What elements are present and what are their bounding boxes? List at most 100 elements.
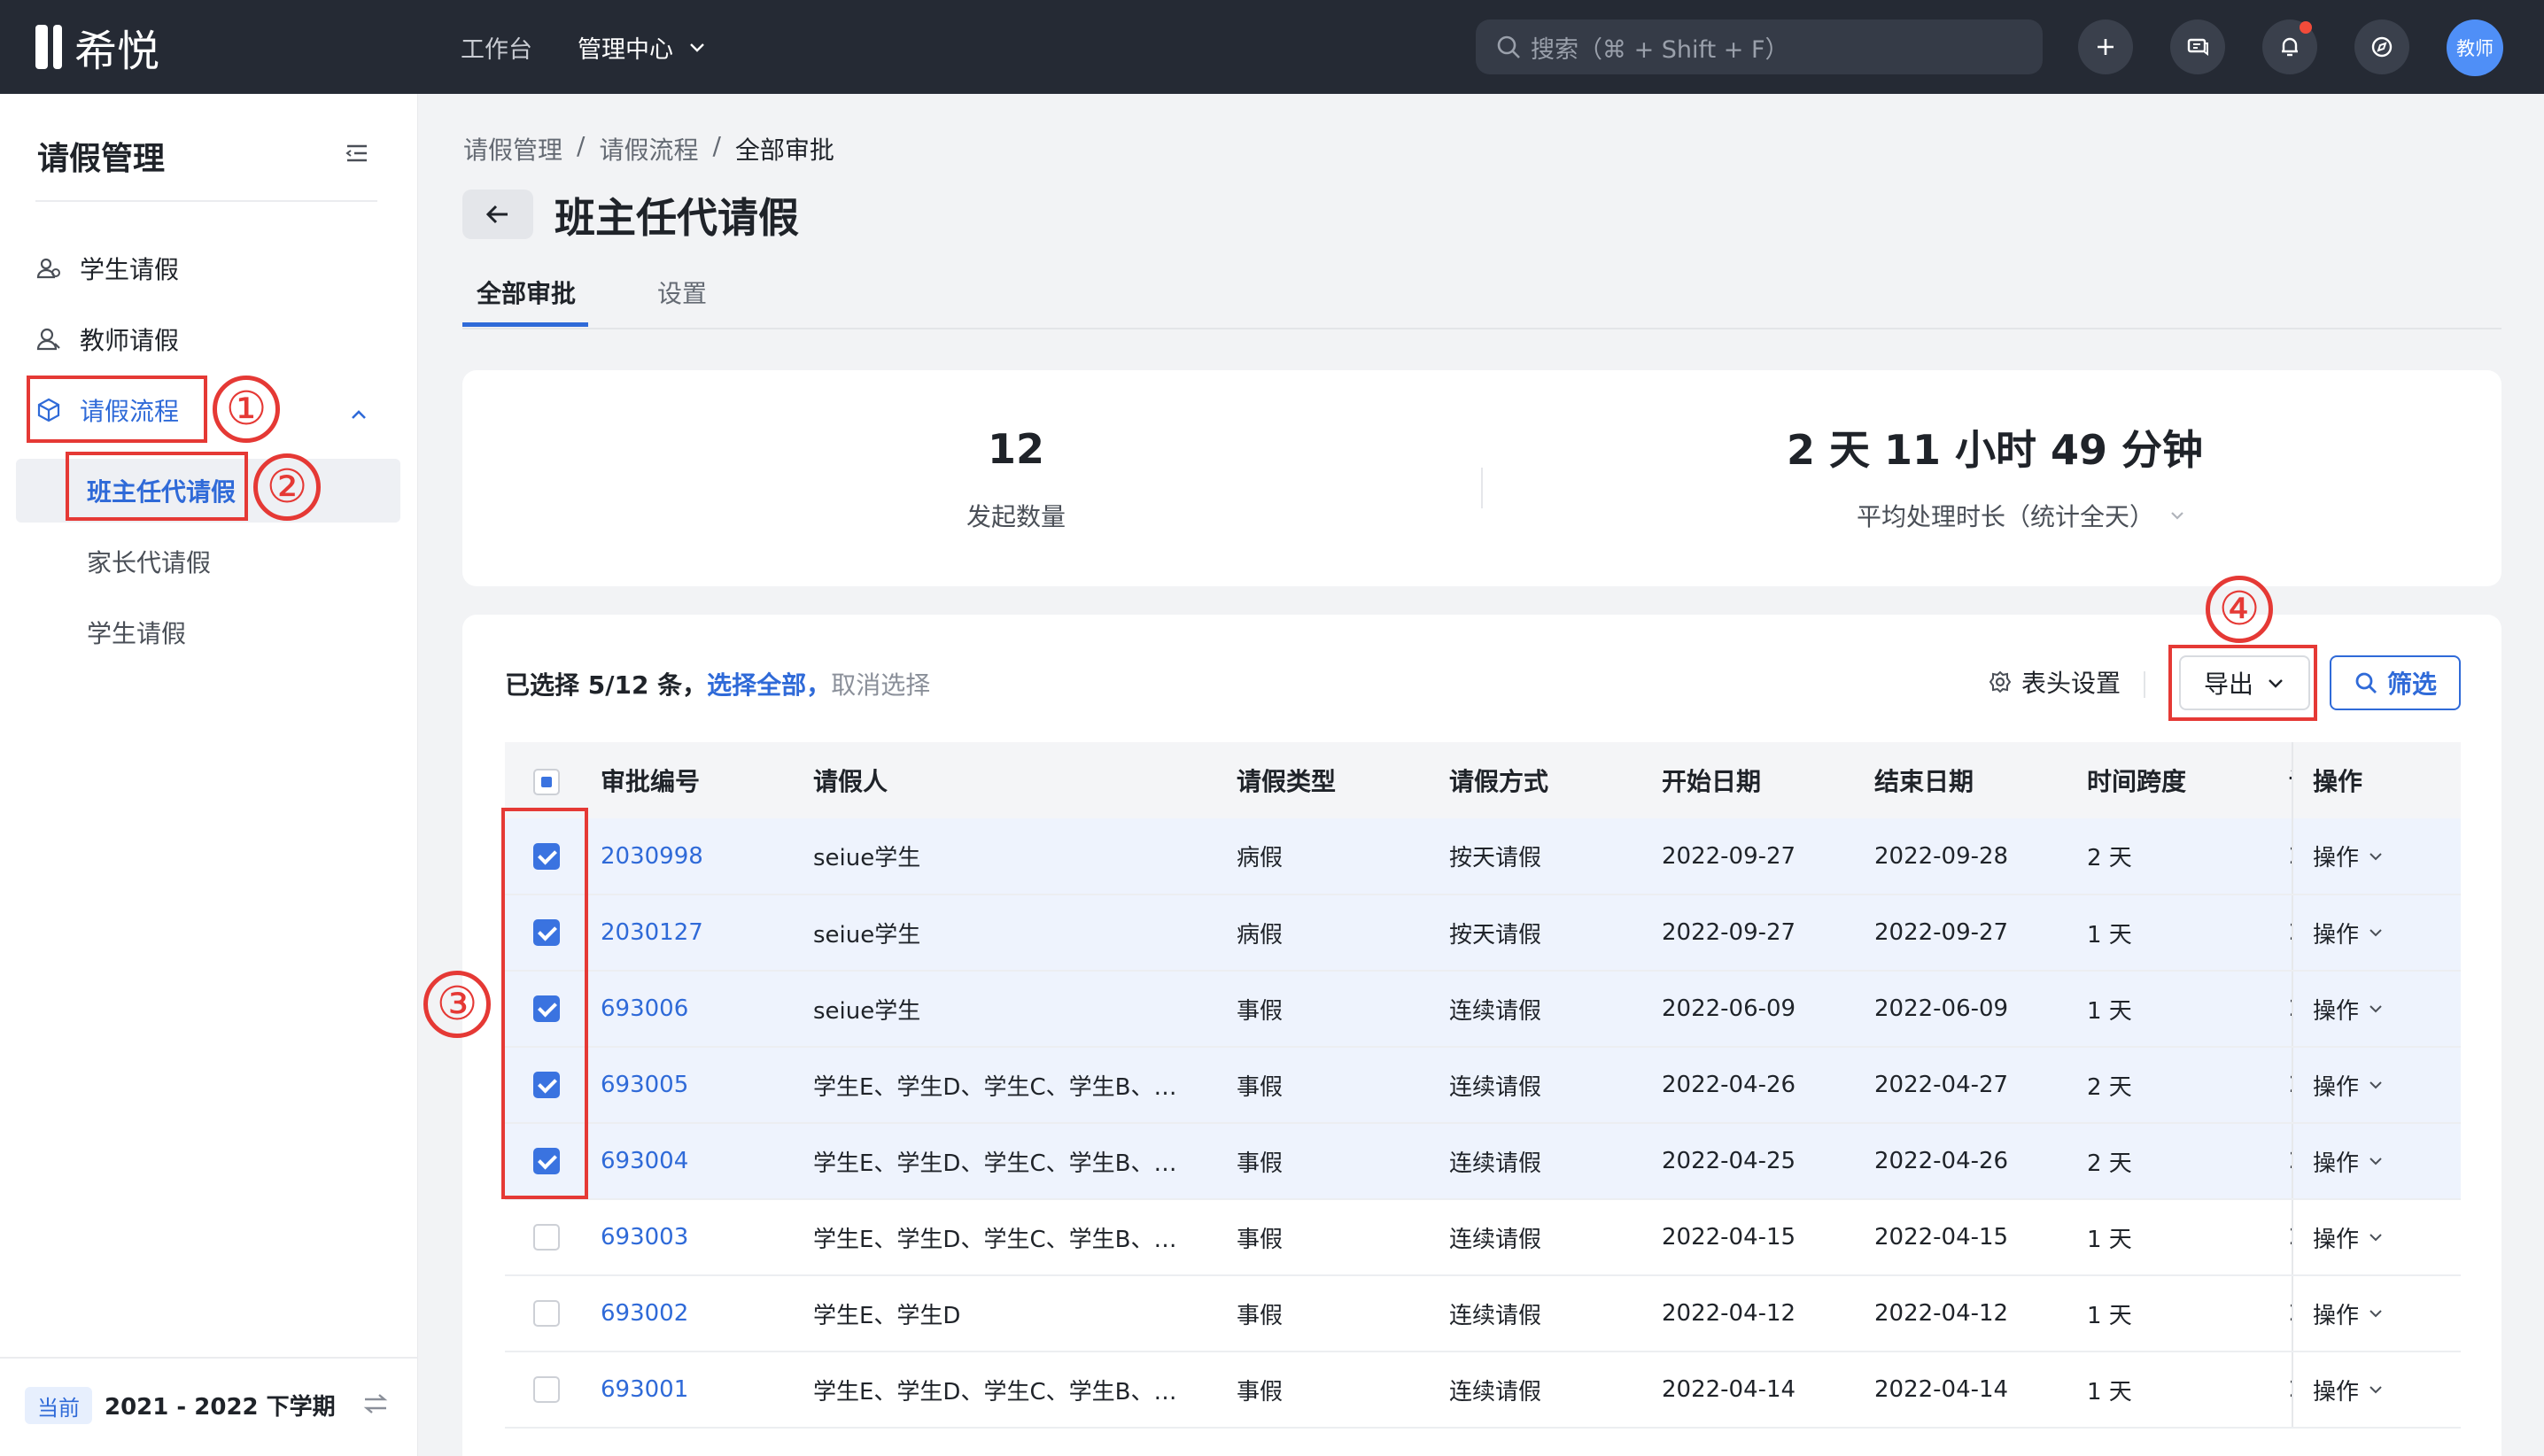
- sidebar-item-student-leave[interactable]: 学生请假: [35, 243, 179, 294]
- search-icon: [2355, 672, 2377, 693]
- search-icon: [1497, 35, 1520, 58]
- tab-all-approvals[interactable]: 全部审批: [477, 275, 576, 310]
- column-header-start-date[interactable]: 开始日期: [1649, 742, 1862, 818]
- row-actions-dropdown[interactable]: 操作: [2292, 1047, 2461, 1124]
- end-date-cell: 2022-09-28: [1862, 818, 2075, 895]
- row-actions[interactable]: 操作: [2313, 840, 2384, 872]
- approval-id-link[interactable]: 693005: [588, 1047, 801, 1124]
- row-actions-dropdown[interactable]: 操作: [2292, 1351, 2461, 1429]
- applicant-cell: seiue学生: [801, 971, 1224, 1048]
- table-row[interactable]: 693005 学生E、学生D、学生C、学生B、… 事假 连续请假 2022-04-26 2…: [505, 1047, 2461, 1124]
- row-actions[interactable]: 操作: [2313, 1374, 2384, 1406]
- approval-id-link[interactable]: 693006: [588, 971, 801, 1048]
- term-switch-button[interactable]: [361, 1390, 390, 1421]
- global-search-input[interactable]: 搜索（⌘ + Shift + F）: [1476, 19, 2043, 74]
- column-header-applicant[interactable]: 请假人: [801, 742, 1224, 818]
- approval-id-link[interactable]: 2030998: [588, 818, 801, 895]
- end-date-cell: 2022-06-09: [1862, 971, 2075, 1048]
- leave-mode-cell: 连续请假: [1437, 971, 1649, 1048]
- nav-workbench[interactable]: 工作台: [461, 0, 532, 94]
- cancel-selection-link[interactable]: 取消选择: [831, 666, 930, 701]
- select-all-checkbox[interactable]: [533, 768, 560, 795]
- select-all-link[interactable]: 选择全部，: [707, 666, 831, 701]
- duration-cell: 2 天: [2075, 1123, 2289, 1200]
- row-checkbox[interactable]: [533, 1300, 560, 1328]
- row-checkbox[interactable]: [533, 1224, 560, 1251]
- row-actions-label: 操作: [2313, 1073, 2360, 1101]
- row-checkbox-cell[interactable]: [505, 1275, 588, 1352]
- row-checkbox-cell[interactable]: [505, 1351, 588, 1429]
- row-actions[interactable]: 操作: [2313, 993, 2384, 1026]
- approval-id-link[interactable]: 2030127: [588, 895, 801, 972]
- add-button[interactable]: [2078, 19, 2133, 74]
- bell-icon: [2282, 37, 2298, 57]
- app-center-button[interactable]: [2354, 19, 2409, 74]
- table-row[interactable]: 693004 学生E、学生D、学生C、学生B、… 事假 连续请假 2022-04-25 2…: [505, 1123, 2461, 1200]
- leave-mode-cell: 连续请假: [1437, 1199, 1649, 1276]
- gear-icon: [1989, 670, 2012, 693]
- row-checkbox-cell[interactable]: [505, 1199, 588, 1276]
- header-settings-button[interactable]: 表头设置: [1988, 664, 2121, 700]
- column-header-duration[interactable]: 时间跨度: [2075, 742, 2289, 818]
- row-actions-dropdown[interactable]: 操作: [2292, 1123, 2461, 1200]
- leave-mode-cell: 按天请假: [1437, 895, 1649, 972]
- row-actions-dropdown[interactable]: 操作: [2292, 971, 2461, 1048]
- chevron-down-icon: [2369, 929, 2382, 937]
- sidebar-collapse-button[interactable]: [344, 142, 370, 168]
- row-checkbox[interactable]: [533, 1376, 560, 1404]
- row-actions-label: 操作: [2313, 1302, 2360, 1329]
- selection-count: 已选择 5/12 条，: [505, 670, 708, 700]
- chevron-down-icon: [2369, 852, 2382, 860]
- breadcrumb-item[interactable]: 请假管理: [463, 131, 562, 167]
- filter-button[interactable]: 筛选: [2330, 655, 2461, 710]
- table-row[interactable]: 693002 学生E、学生D 事假 连续请假 2022-04-12 2022-04-12 1…: [505, 1275, 2461, 1352]
- avg-processing-time-selector[interactable]: 平均处理时长（统计全天）: [1773, 498, 2269, 533]
- table-row[interactable]: 2030998 seiue学生 病假 按天请假 2022-09-27 2022-09-28…: [505, 818, 2461, 895]
- column-header-leave-type[interactable]: 请假类型: [1224, 742, 1437, 818]
- table-row[interactable]: 693003 学生E、学生D、学生C、学生B、… 事假 连续请假 2022-04-15 2…: [505, 1199, 2461, 1276]
- sidebar-item-teacher-leave[interactable]: 教师请假: [35, 314, 179, 365]
- annotation-box-4: [2168, 645, 2317, 721]
- tab-settings[interactable]: 设置: [657, 275, 707, 310]
- sidebar-group-toggle[interactable]: [349, 406, 368, 429]
- table-row[interactable]: 693006 seiue学生 事假 连续请假 2022-06-09 2022-06-09 1…: [505, 971, 2461, 1048]
- row-actions[interactable]: 操作: [2313, 917, 2384, 949]
- sidebar: 请假管理 学生请假 教师请假 请假流程 班主任代请假 家长代请假 学生请假 当前…: [0, 94, 418, 1456]
- column-header-end-date[interactable]: 结束日期: [1862, 742, 2075, 818]
- approval-id-link[interactable]: 693001: [588, 1351, 801, 1429]
- breadcrumb-current: 全部审批: [734, 136, 834, 165]
- notifications-button[interactable]: [2262, 19, 2317, 74]
- chevron-down-icon: [2369, 1310, 2382, 1318]
- approval-id-link[interactable]: 693002: [588, 1275, 801, 1352]
- messages-button[interactable]: [2170, 19, 2225, 74]
- breadcrumb-item[interactable]: 请假流程: [599, 131, 698, 167]
- row-actions-dropdown[interactable]: 操作: [2292, 818, 2461, 895]
- row-actions[interactable]: 操作: [2313, 1145, 2384, 1178]
- back-button[interactable]: [462, 190, 533, 239]
- current-term-badge: 当前: [25, 1387, 92, 1424]
- row-actions[interactable]: 操作: [2313, 1069, 2384, 1102]
- leave-mode-cell: 连续请假: [1437, 1047, 1649, 1124]
- approval-id-link[interactable]: 693003: [588, 1199, 801, 1276]
- end-date-cell: 2022-09-27: [1862, 895, 2075, 972]
- user-avatar[interactable]: 教师: [2447, 19, 2503, 76]
- sidebar-subitem-student-leave[interactable]: 学生请假: [87, 615, 186, 650]
- leave-type-cell: 事假: [1224, 1351, 1437, 1429]
- column-header-leave-mode[interactable]: 请假方式: [1437, 742, 1649, 818]
- app-logo[interactable]: 希悦: [35, 21, 159, 76]
- approval-id-link[interactable]: 693004: [588, 1123, 801, 1200]
- column-header-approval-id[interactable]: 审批编号: [588, 742, 801, 818]
- sidebar-subitem-parent-leave[interactable]: 家长代请假: [87, 544, 211, 579]
- row-actions[interactable]: 操作: [2313, 1221, 2384, 1254]
- row-actions-dropdown[interactable]: 操作: [2292, 1275, 2461, 1352]
- row-actions-dropdown[interactable]: 操作: [2292, 895, 2461, 972]
- table-row[interactable]: 693001 学生E、学生D、学生C、学生B、… 事假 连续请假 2022-04-14 2…: [505, 1351, 2461, 1429]
- table-row[interactable]: 2030127 seiue学生 病假 按天请假 2022-09-27 2022-09-27…: [505, 895, 2461, 972]
- row-actions-dropdown[interactable]: 操作: [2292, 1199, 2461, 1276]
- logo-mark-icon: [35, 25, 62, 69]
- chevron-down-icon: [690, 43, 704, 52]
- row-actions[interactable]: 操作: [2313, 1297, 2384, 1330]
- breadcrumb-separator: /: [577, 131, 586, 160]
- nav-admin-center[interactable]: 管理中心: [578, 0, 707, 94]
- applicant-cell: 学生E、学生D、学生C、学生B、…: [801, 1351, 1224, 1429]
